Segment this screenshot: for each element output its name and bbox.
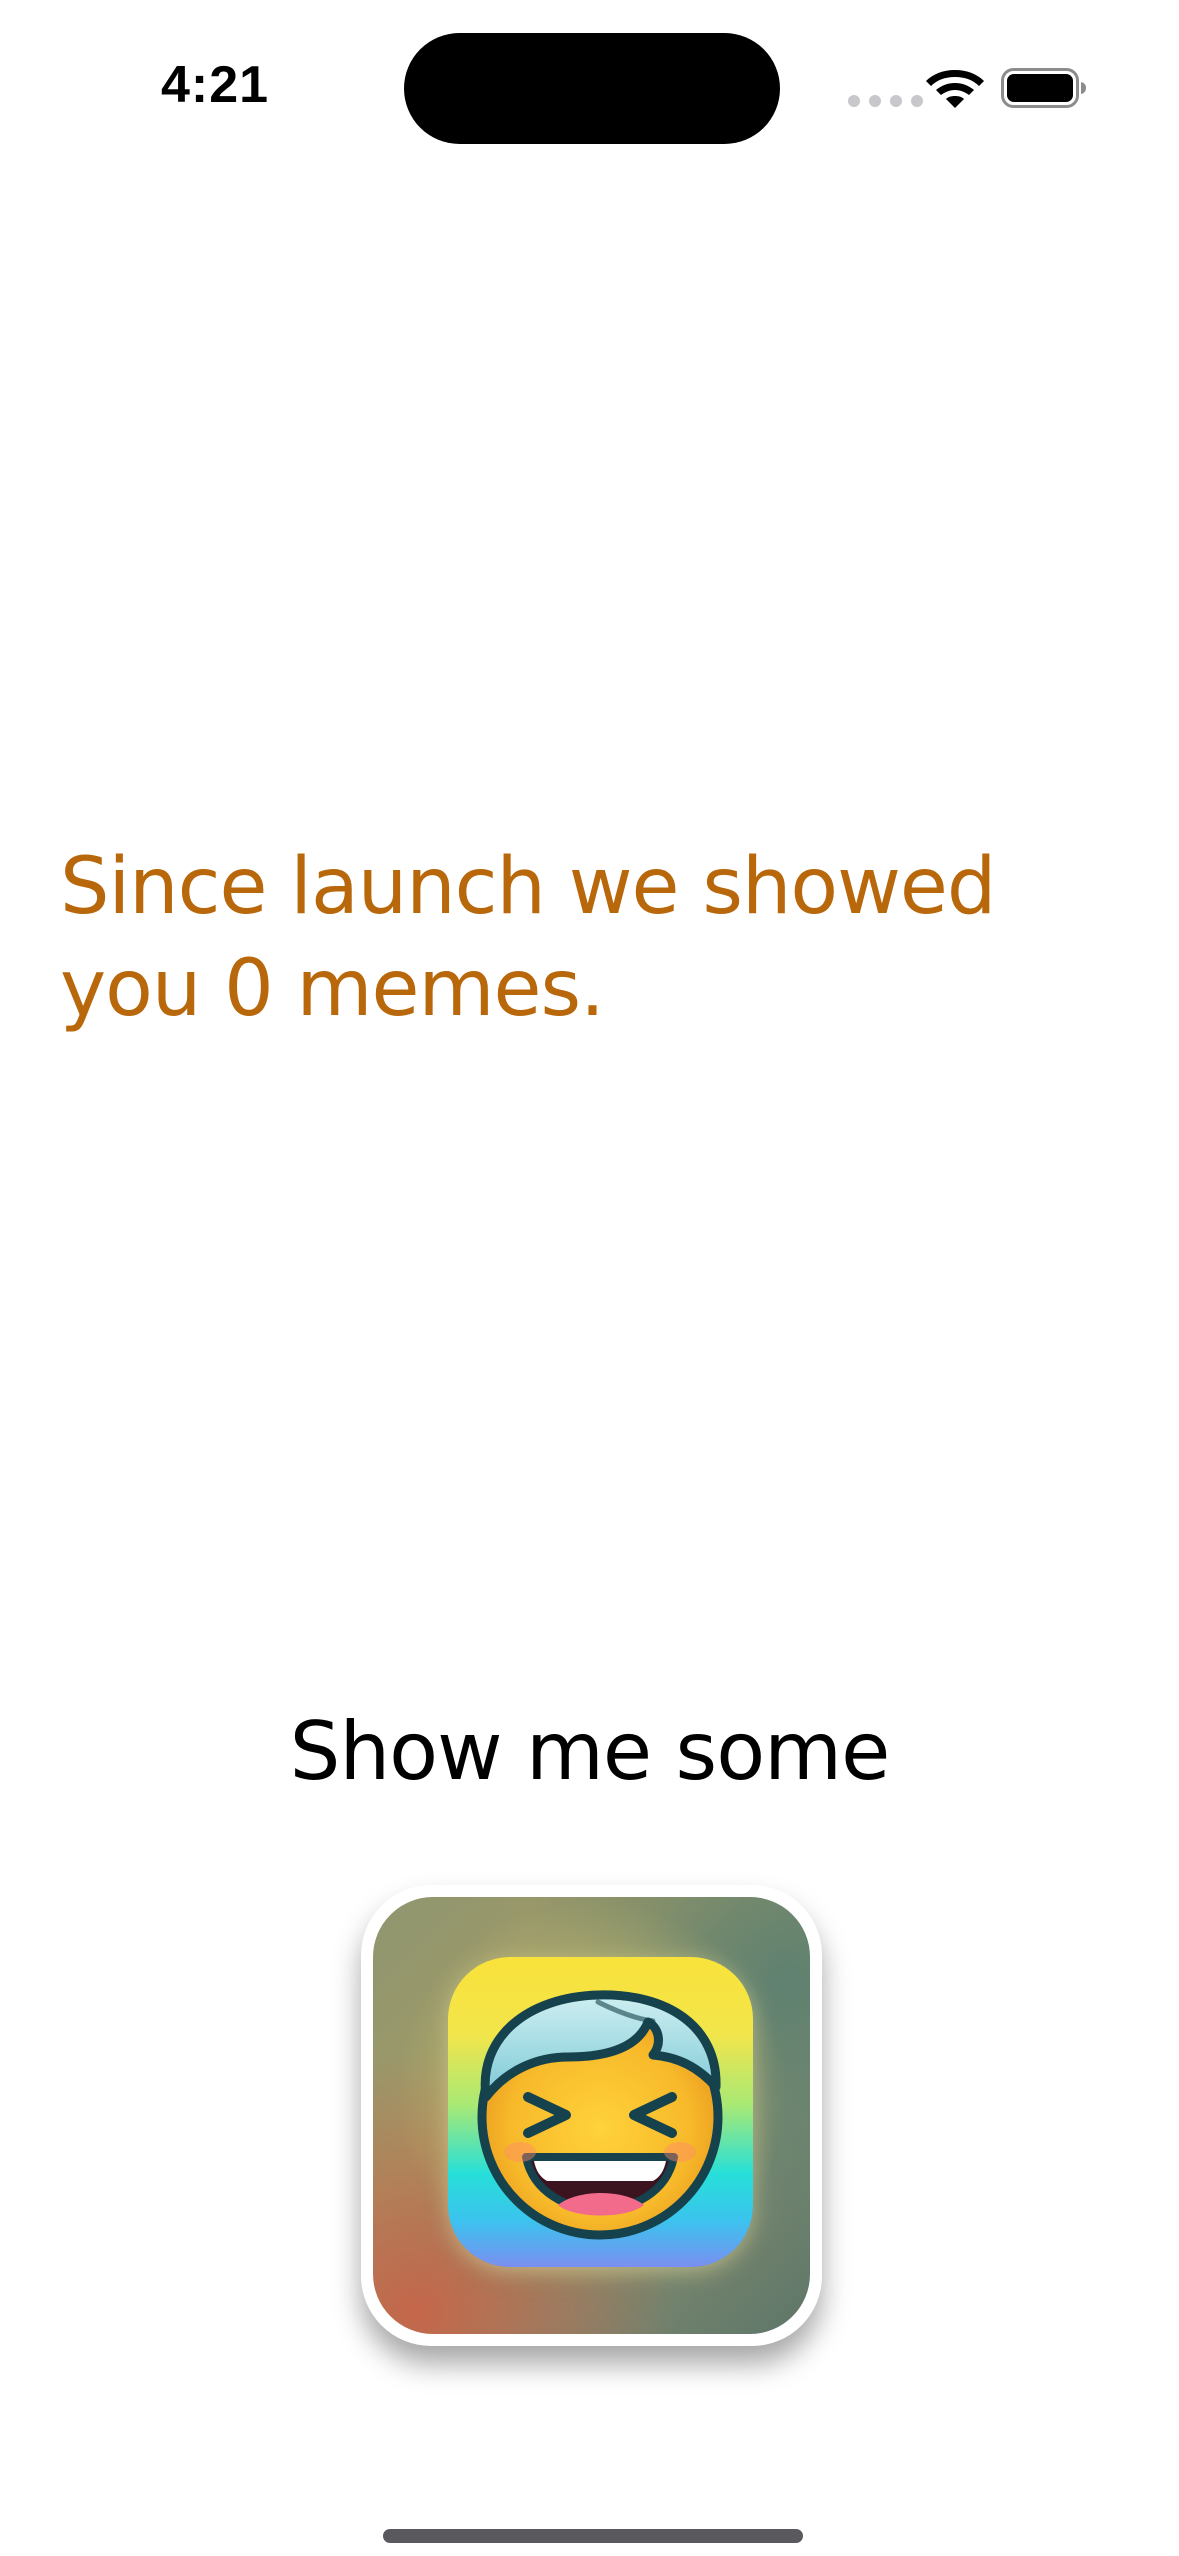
show-memes-button[interactable] <box>361 1885 822 2346</box>
memes-count-message: Since launch we showed you 0 memes. <box>60 842 996 1034</box>
dynamic-island <box>404 33 780 144</box>
status-time: 4:21 <box>160 56 270 114</box>
button-background <box>373 1897 810 2334</box>
show-memes-label: Show me some <box>289 1705 891 1798</box>
laughing-face-icon <box>477 1990 723 2240</box>
battery-icon <box>1001 68 1086 108</box>
home-indicator[interactable] <box>383 2529 803 2543</box>
cellular-signal-icon <box>848 95 923 107</box>
wifi-icon <box>926 70 984 108</box>
app-screen: 4:21 Since launch we showed you 0 memes.… <box>0 0 1179 2556</box>
app-icon-tile <box>448 1957 753 2267</box>
